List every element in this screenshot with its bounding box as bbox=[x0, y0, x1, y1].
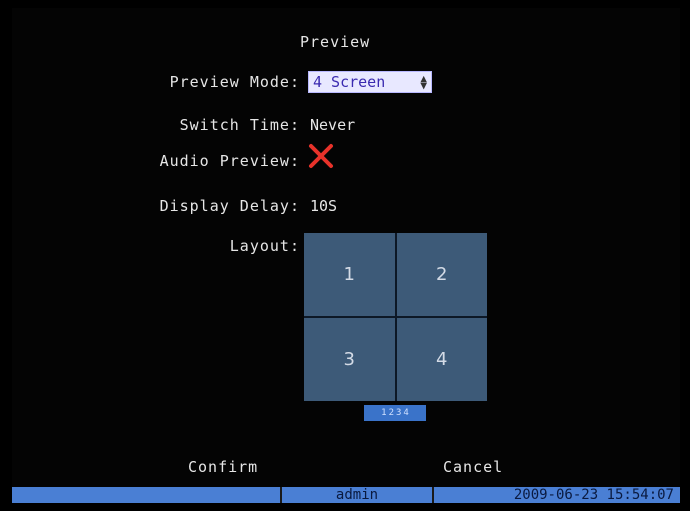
audio-preview-label: Audio Preview: bbox=[159, 152, 300, 170]
layout-cell-3[interactable]: 3 bbox=[304, 318, 395, 401]
preview-mode-value: 4 Screen bbox=[313, 73, 386, 91]
status-bar: admin 2009-06-23 15:54:07 bbox=[12, 487, 680, 503]
layout-cell-1[interactable]: 1 bbox=[304, 233, 395, 316]
layout-cell-2[interactable]: 2 bbox=[396, 233, 487, 316]
switch-time-value[interactable]: Never bbox=[310, 116, 355, 134]
layout-label: Layout: bbox=[229, 237, 300, 255]
x-mark-icon[interactable] bbox=[308, 143, 334, 169]
layout-pager: 1 2 3 4 bbox=[364, 405, 426, 421]
page-title: Preview bbox=[300, 33, 371, 51]
preview-mode-label: Preview Mode: bbox=[169, 73, 300, 91]
layout-cell-4[interactable]: 4 bbox=[396, 318, 487, 401]
pager-item-3[interactable]: 3 bbox=[396, 408, 401, 418]
pager-item-1[interactable]: 1 bbox=[381, 408, 386, 418]
updown-arrows-icon: ▲ ▼ bbox=[420, 72, 427, 92]
pager-item-4[interactable]: 4 bbox=[403, 408, 408, 418]
layout-grid: 1 2 3 4 bbox=[304, 233, 487, 401]
confirm-button[interactable]: Confirm bbox=[188, 458, 258, 476]
display-delay-label: Display Delay: bbox=[159, 197, 300, 215]
status-user: admin bbox=[282, 487, 432, 503]
preview-mode-select[interactable]: 4 Screen ▲ ▼ bbox=[308, 71, 432, 93]
status-segment-blank bbox=[12, 487, 280, 503]
display-delay-value[interactable]: 10S bbox=[310, 197, 337, 215]
pager-item-2[interactable]: 2 bbox=[389, 408, 394, 418]
switch-time-label: Switch Time: bbox=[179, 116, 300, 134]
status-datetime: 2009-06-23 15:54:07 bbox=[434, 487, 680, 503]
cancel-button[interactable]: Cancel bbox=[443, 458, 503, 476]
